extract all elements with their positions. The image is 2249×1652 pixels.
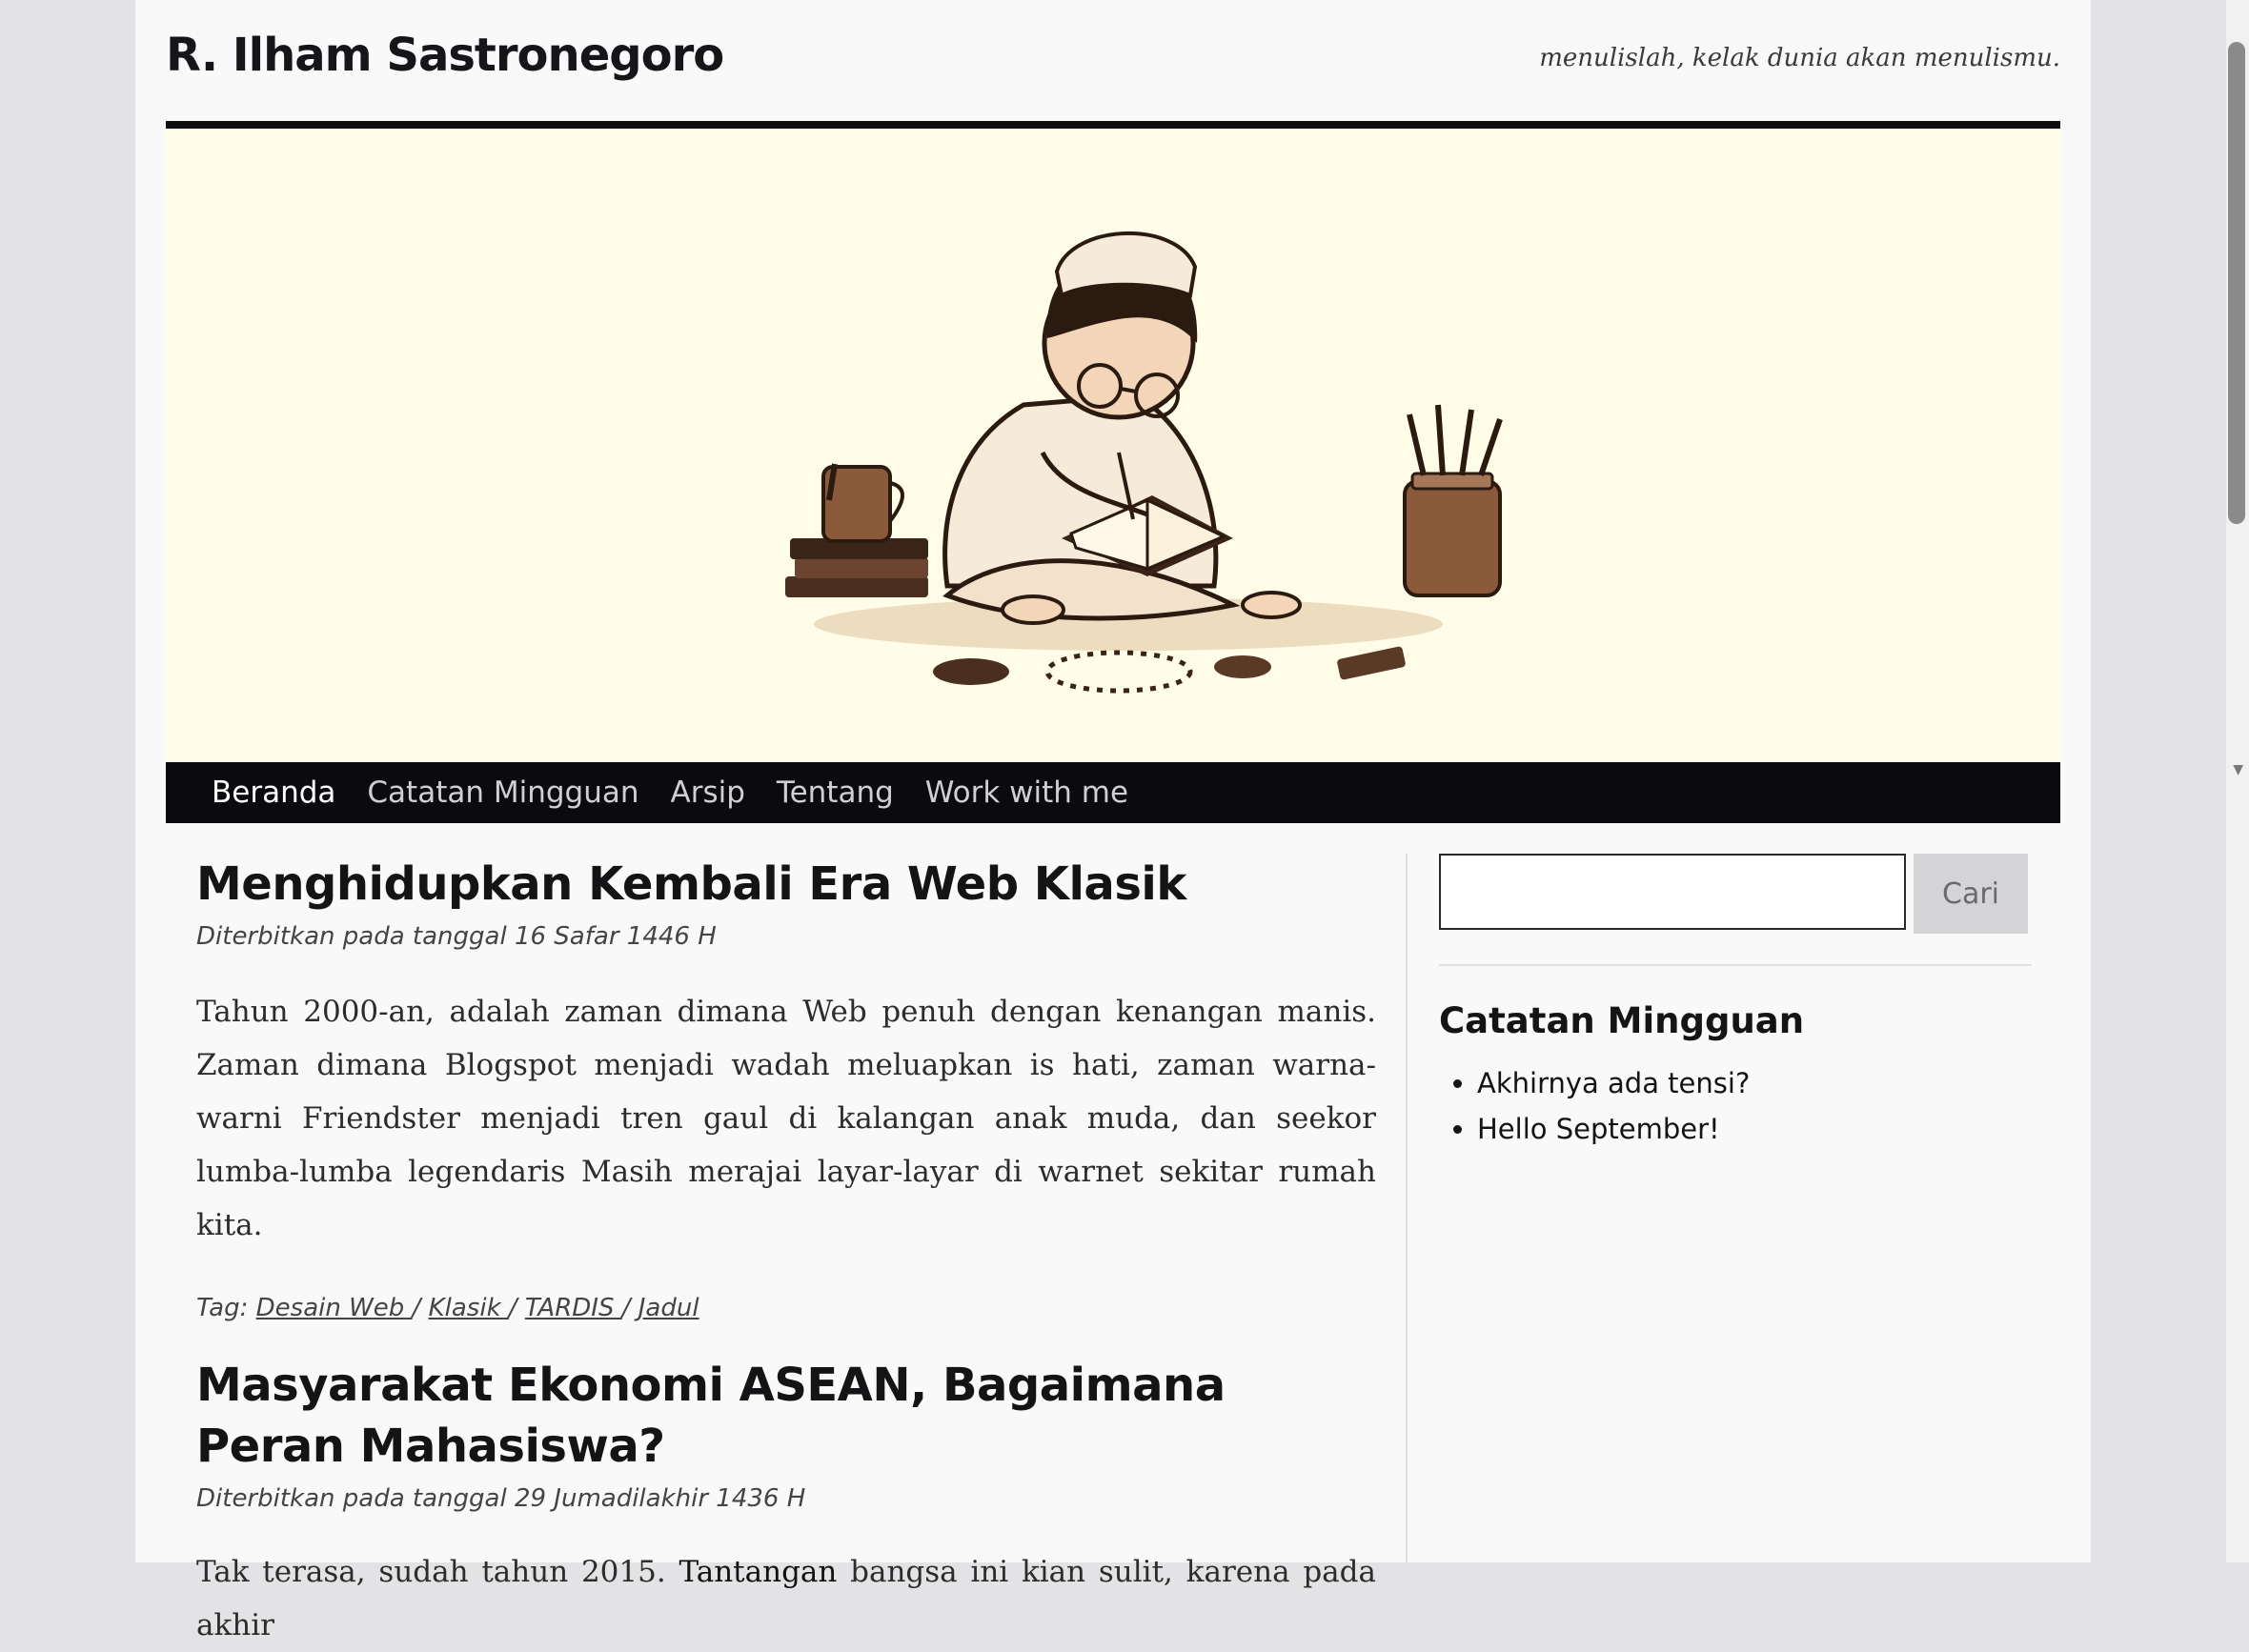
search-input[interactable] xyxy=(1439,854,1906,930)
sidebar-section-title: Catatan Mingguan xyxy=(1439,1000,1805,1041)
tag-link[interactable]: TARDIS xyxy=(525,1294,622,1322)
tags-label: Tag: xyxy=(196,1294,249,1322)
main-content: Menghidupkan Kembali Era Web Klasik Dite… xyxy=(196,854,1376,1652)
search-form: Cari xyxy=(1439,854,2032,934)
nav-item-arsip[interactable]: Arsip xyxy=(671,776,745,810)
hero-banner xyxy=(166,129,2060,762)
post-date: Diterbitkan pada tanggal 16 Safar 1446 H xyxy=(196,922,717,951)
nav-item-work-with-me[interactable]: Work with me xyxy=(925,776,1128,810)
post-title[interactable]: Masyarakat Ekonomi ASEAN, Bagaimana Pera… xyxy=(196,1355,1376,1477)
post-excerpt: Tak terasa, sudah tahun 2015. Tantangan … xyxy=(196,1545,1376,1652)
post-excerpt-start: Tak terasa, sudah tahun 2015. xyxy=(196,1555,666,1589)
nav-item-catatan-mingguan[interactable]: Catatan Mingguan xyxy=(367,776,638,810)
scrollbar[interactable]: ▼ xyxy=(2226,0,2249,1562)
post-title[interactable]: Menghidupkan Kembali Era Web Klasik xyxy=(196,854,1376,915)
nav-item-tentang[interactable]: Tentang xyxy=(777,776,894,810)
tag-link[interactable]: Klasik xyxy=(429,1294,509,1322)
column-divider xyxy=(1406,854,1408,1562)
tag-link[interactable]: Jadul xyxy=(638,1294,699,1322)
sidebar-link[interactable]: Akhirnya ada tensi? xyxy=(1477,1060,2032,1106)
sidebar-divider xyxy=(1439,964,2032,966)
header-divider xyxy=(166,121,2060,129)
scroll-down-arrow-icon[interactable]: ▼ xyxy=(2233,762,2243,777)
page-container: R. Ilham Sastronegoro menulislah, kelak … xyxy=(135,0,2091,1642)
post-article: Masyarakat Ekonomi ASEAN, Bagaimana Pera… xyxy=(196,1355,1376,1652)
post-article: Menghidupkan Kembali Era Web Klasik Dite… xyxy=(196,854,1376,1322)
post-date: Diterbitkan pada tanggal 29 Jumadilakhir… xyxy=(196,1484,806,1513)
sidebar-list: Akhirnya ada tensi? Hello September! xyxy=(1439,1060,2032,1152)
site-tagline: menulislah, kelak dunia akan menulismu. xyxy=(1539,44,2060,72)
main-navigation: Beranda Catatan Mingguan Arsip Tentang W… xyxy=(166,762,2060,823)
site-title[interactable]: R. Ilham Sastronegoro xyxy=(166,29,724,82)
sidebar: Cari Catatan Mingguan Akhirnya ada tensi… xyxy=(1439,854,2032,1152)
scrollbar-thumb[interactable] xyxy=(2228,42,2245,524)
illustration-boy-writing xyxy=(785,231,1503,694)
post-excerpt-highlight: Tantangan xyxy=(679,1555,838,1589)
post-excerpt: Tahun 2000-an, adalah zaman dimana Web p… xyxy=(196,995,1376,1242)
sidebar-link[interactable]: Hello September! xyxy=(1477,1106,2032,1152)
post-tags: Tag: Desain Web / Klasik / TARDIS / Jadu… xyxy=(196,1294,699,1322)
search-button[interactable]: Cari xyxy=(1914,854,2028,934)
tag-link[interactable]: Desain Web xyxy=(256,1294,413,1322)
nav-item-beranda[interactable]: Beranda xyxy=(212,776,335,810)
